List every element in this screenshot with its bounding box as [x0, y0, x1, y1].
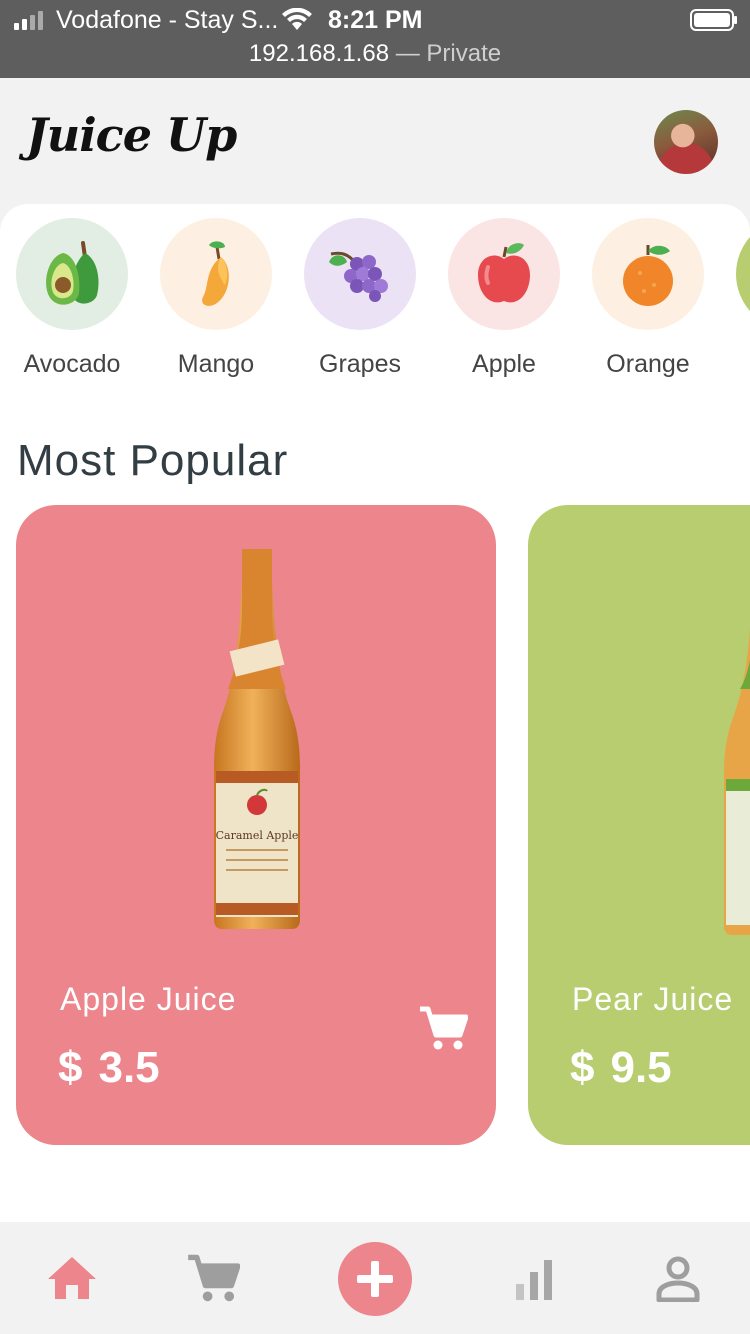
category-circle	[304, 218, 416, 330]
wifi-icon	[282, 8, 312, 30]
browser-url[interactable]: 192.168.1.68 — Private	[0, 40, 750, 68]
price-currency: $	[58, 1043, 83, 1092]
nav-home[interactable]	[46, 1254, 98, 1302]
app-title: Juice Up	[26, 108, 237, 162]
battery-icon	[690, 9, 737, 31]
category-circle	[160, 218, 272, 330]
bottom-nav	[0, 1222, 750, 1334]
category-label: Orange	[606, 350, 690, 378]
stats-icon	[516, 1260, 552, 1300]
price-value: 3.5	[98, 1043, 160, 1092]
category-circle	[592, 218, 704, 330]
user-avatar[interactable]	[654, 110, 718, 174]
url-host: 192.168.1.68	[248, 40, 390, 67]
category-grapes[interactable]: Grapes	[304, 218, 416, 378]
nav-add-button[interactable]	[338, 1242, 412, 1316]
juice-bottle-image: Caramel Apple	[214, 549, 300, 929]
status-bar: Vodafone - Stay S... 8:21 PM 192.168.1.6…	[0, 0, 750, 78]
home-icon	[48, 1257, 96, 1299]
price-value: 9.5	[610, 1043, 672, 1092]
product-name: Apple Juice	[60, 981, 237, 1017]
juice-bottle-image	[724, 629, 750, 935]
category-orange[interactable]: Orange	[592, 218, 704, 378]
grapes-icon	[329, 251, 388, 302]
category-label: Apple	[472, 350, 536, 378]
profile-icon	[656, 1256, 700, 1302]
section-title: Most Popular	[17, 436, 289, 485]
product-name: Pear Juice	[572, 981, 734, 1017]
nav-profile[interactable]	[656, 1256, 700, 1302]
main-content: Avocado Mango Grapes Apple Orange Most P…	[0, 204, 750, 1224]
product-price: $9.5	[570, 1043, 672, 1093]
avocado-icon	[46, 241, 99, 305]
apple-icon	[478, 243, 530, 303]
category-apple[interactable]: Apple	[448, 218, 560, 378]
product-card-apple-juice[interactable]: Caramel Apple Apple Juice $3.5	[16, 505, 496, 1145]
category-circle	[736, 218, 750, 330]
category-circle	[448, 218, 560, 330]
nav-stats[interactable]	[514, 1258, 554, 1300]
carrier-name: Vodafone - Stay S...	[56, 6, 279, 34]
product-card-pear-juice[interactable]: Pear Juice $9.5	[528, 505, 750, 1145]
cart-icon	[188, 1254, 240, 1302]
status-time: 8:21 PM	[328, 6, 423, 34]
category-more[interactable]	[736, 218, 750, 330]
url-private-label: — Private	[389, 40, 502, 67]
product-price: $3.5	[58, 1043, 160, 1093]
orange-icon	[623, 245, 673, 306]
category-label: Mango	[177, 350, 255, 378]
signal-icon	[14, 11, 43, 30]
category-label: Avocado	[23, 350, 121, 378]
category-mango[interactable]: Mango	[160, 218, 272, 378]
category-avocado[interactable]: Avocado	[16, 218, 128, 378]
category-circle	[16, 218, 128, 330]
mango-icon	[202, 241, 229, 306]
bottle-label-text: Caramel Apple	[216, 829, 299, 842]
category-label: Grapes	[319, 350, 401, 378]
add-to-cart-button[interactable]	[418, 1005, 468, 1051]
add-icon	[357, 1261, 393, 1297]
price-currency: $	[570, 1043, 595, 1092]
nav-cart[interactable]	[186, 1252, 240, 1304]
